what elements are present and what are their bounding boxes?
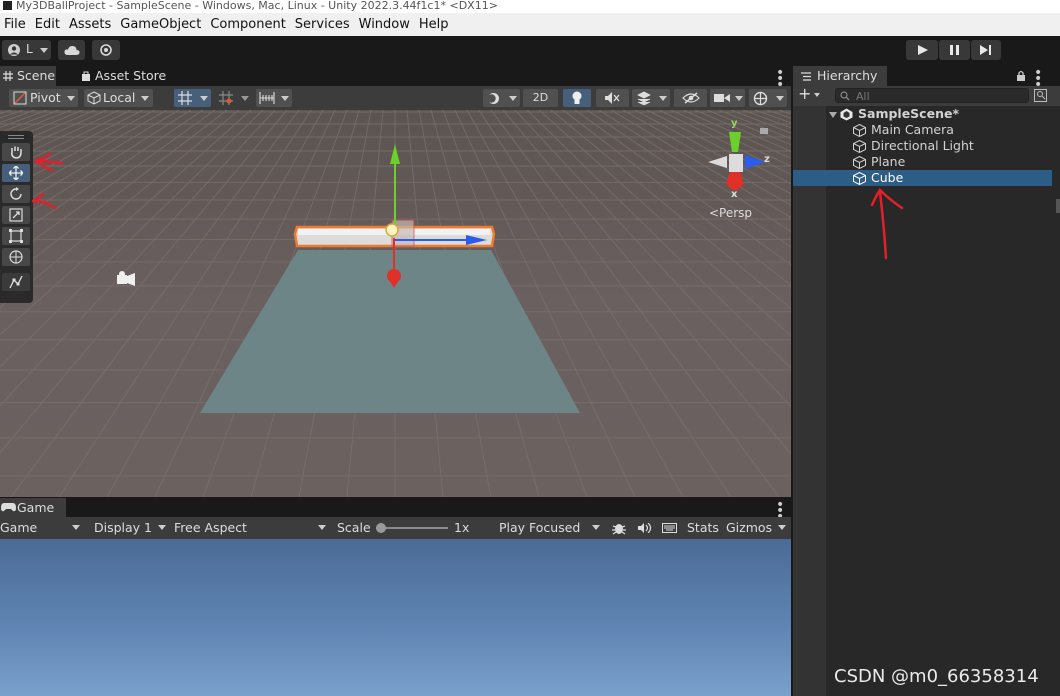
annotation-arrow-move-tool: [33, 152, 64, 172]
annotation-arrow-scale-tool: [31, 192, 57, 210]
annotation-overlay: [31, 152, 904, 260]
annotation-arrow-cube: [870, 188, 904, 260]
watermark-text: CSDN @m0_66358314: [834, 666, 1039, 687]
